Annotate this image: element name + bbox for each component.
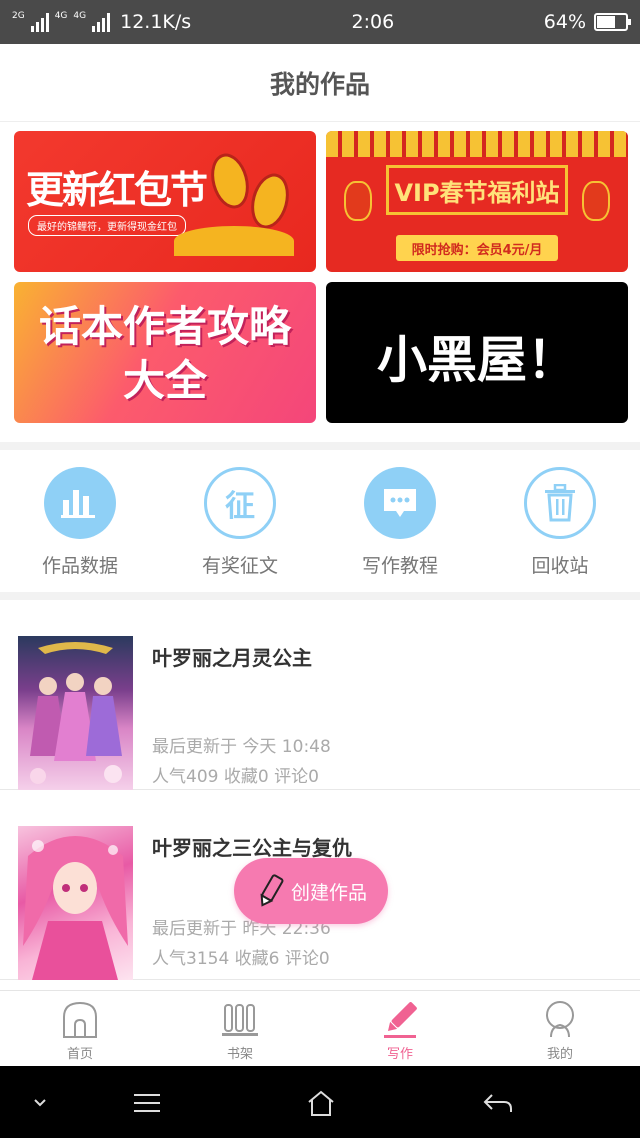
- home-icon: [63, 1001, 97, 1038]
- banner-title-line2: 大全: [122, 356, 207, 405]
- signal-icon: [92, 12, 111, 32]
- network-speed: 12.1K/s: [120, 11, 192, 33]
- banner-subtitle: 最好的锦鲤符，更新得现金红包: [28, 215, 186, 236]
- bar-chart-icon: [44, 467, 116, 539]
- list-item[interactable]: 叶罗丽之月灵公主 最后更新于 今天 10:48 人气409 收藏0 评论0: [0, 600, 640, 790]
- shortcut-recycle-bin[interactable]: 回收站: [480, 452, 640, 592]
- clock: 2:06: [351, 11, 395, 33]
- bookshelf-icon: [222, 1004, 258, 1036]
- contest-glyph: 征: [225, 489, 255, 524]
- shortcut-label: 作品数据: [41, 555, 118, 577]
- book-cover-image: [18, 826, 133, 980]
- title-bar: 我的作品: [0, 44, 640, 122]
- profile-icon: [546, 1001, 574, 1038]
- shortcut-label: 有奖征文: [201, 555, 278, 577]
- shortcut-label: 回收站: [531, 555, 589, 577]
- banner-grid: 更新红包节 最好的锦鲤符，更新得现金红包 VIP春节福利站 限时抢购：会员4元/…: [14, 131, 628, 424]
- book-cover-image: [18, 636, 133, 790]
- tab-profile[interactable]: 我的: [480, 991, 640, 1066]
- tab-bookshelf[interactable]: 书架: [160, 991, 320, 1066]
- banner-vip-spring[interactable]: VIP春节福利站 限时抢购：会员4元/月: [326, 131, 628, 272]
- tab-label: 书架: [226, 1047, 253, 1062]
- menu-icon: [134, 1094, 160, 1112]
- work-title: 叶罗丽之月灵公主: [152, 646, 312, 670]
- shortcut-label: 写作教程: [361, 555, 438, 577]
- tab-label: 我的: [546, 1047, 573, 1062]
- banner-title: 话本作者攻略 大全: [14, 300, 316, 408]
- battery-percent: 64%: [543, 11, 586, 33]
- banner-title-line1: 话本作者攻略: [38, 302, 291, 351]
- work-updated: 最后更新于 今天 10:48: [152, 737, 331, 757]
- banner-title: VIP春节福利站: [386, 165, 568, 215]
- home-icon: [308, 1090, 334, 1116]
- network-type-2: 4G: [54, 11, 68, 21]
- roof-decoration: [326, 131, 628, 157]
- pencil-icon: [384, 1002, 417, 1038]
- back-icon: [483, 1094, 512, 1112]
- create-work-button[interactable]: 创建作品: [234, 858, 388, 924]
- battery-icon: [594, 13, 631, 31]
- banner-dark-room[interactable]: 小黑屋！: [326, 282, 628, 423]
- work-stats: 人气409 收藏0 评论0: [152, 767, 319, 787]
- tab-home[interactable]: 首页: [0, 991, 160, 1066]
- shortcut-row: 作品数据 征 有奖征文 写作教程 回收站: [0, 452, 640, 592]
- home-button[interactable]: [301, 1088, 341, 1118]
- tab-label: 写作: [386, 1047, 413, 1062]
- trash-icon: [524, 467, 596, 539]
- page-title: 我的作品: [269, 69, 370, 99]
- network-type-3: 4G: [73, 11, 87, 21]
- lantern-icon: [344, 181, 372, 221]
- wave-decoration: [174, 226, 294, 256]
- work-stats: 人气3154 收藏6 评论0: [152, 949, 330, 969]
- status-right: 64%: [543, 11, 631, 33]
- battery-fill: [597, 16, 615, 28]
- pencil-icon: [260, 874, 284, 907]
- banner-red-packet[interactable]: 更新红包节 最好的锦鲤符，更新得现金红包: [14, 131, 316, 272]
- koi-fish-icon: [245, 169, 295, 233]
- tab-bar: 首页 书架 写作 我的: [0, 990, 640, 1066]
- collapse-button[interactable]: [20, 1088, 60, 1118]
- shortcut-work-data[interactable]: 作品数据: [0, 452, 160, 592]
- chat-bubble-icon: [364, 467, 436, 539]
- back-button[interactable]: [478, 1088, 518, 1118]
- menu-button[interactable]: [127, 1088, 167, 1118]
- banner-title: 更新红包节: [26, 168, 208, 212]
- banner-author-guide[interactable]: 话本作者攻略 大全: [14, 282, 316, 423]
- shortcut-tutorial[interactable]: 写作教程: [320, 452, 480, 592]
- lantern-icon: [582, 181, 610, 221]
- section-divider: [0, 592, 640, 600]
- banner-title: 小黑屋！: [377, 331, 577, 389]
- chevron-down-icon: [34, 1099, 46, 1107]
- banner-subtitle: 限时抢购：会员4元/月: [396, 235, 558, 261]
- create-work-label: 创建作品: [290, 881, 367, 904]
- network-type-1: 2G: [12, 11, 25, 21]
- tab-write[interactable]: 写作: [320, 991, 480, 1066]
- work-title: 叶罗丽之三公主与复仇: [152, 836, 352, 860]
- signal-icon: [30, 12, 49, 32]
- shortcut-contest[interactable]: 征 有奖征文: [160, 452, 320, 592]
- status-bar: 2G 4G 4G 12.1K/s 2:06 64%: [0, 0, 640, 44]
- system-nav-bar: [0, 1066, 640, 1138]
- contest-icon: 征: [204, 467, 276, 539]
- section-divider: [0, 442, 640, 450]
- tab-label: 首页: [66, 1047, 93, 1062]
- koi-fish-icon: [205, 149, 255, 213]
